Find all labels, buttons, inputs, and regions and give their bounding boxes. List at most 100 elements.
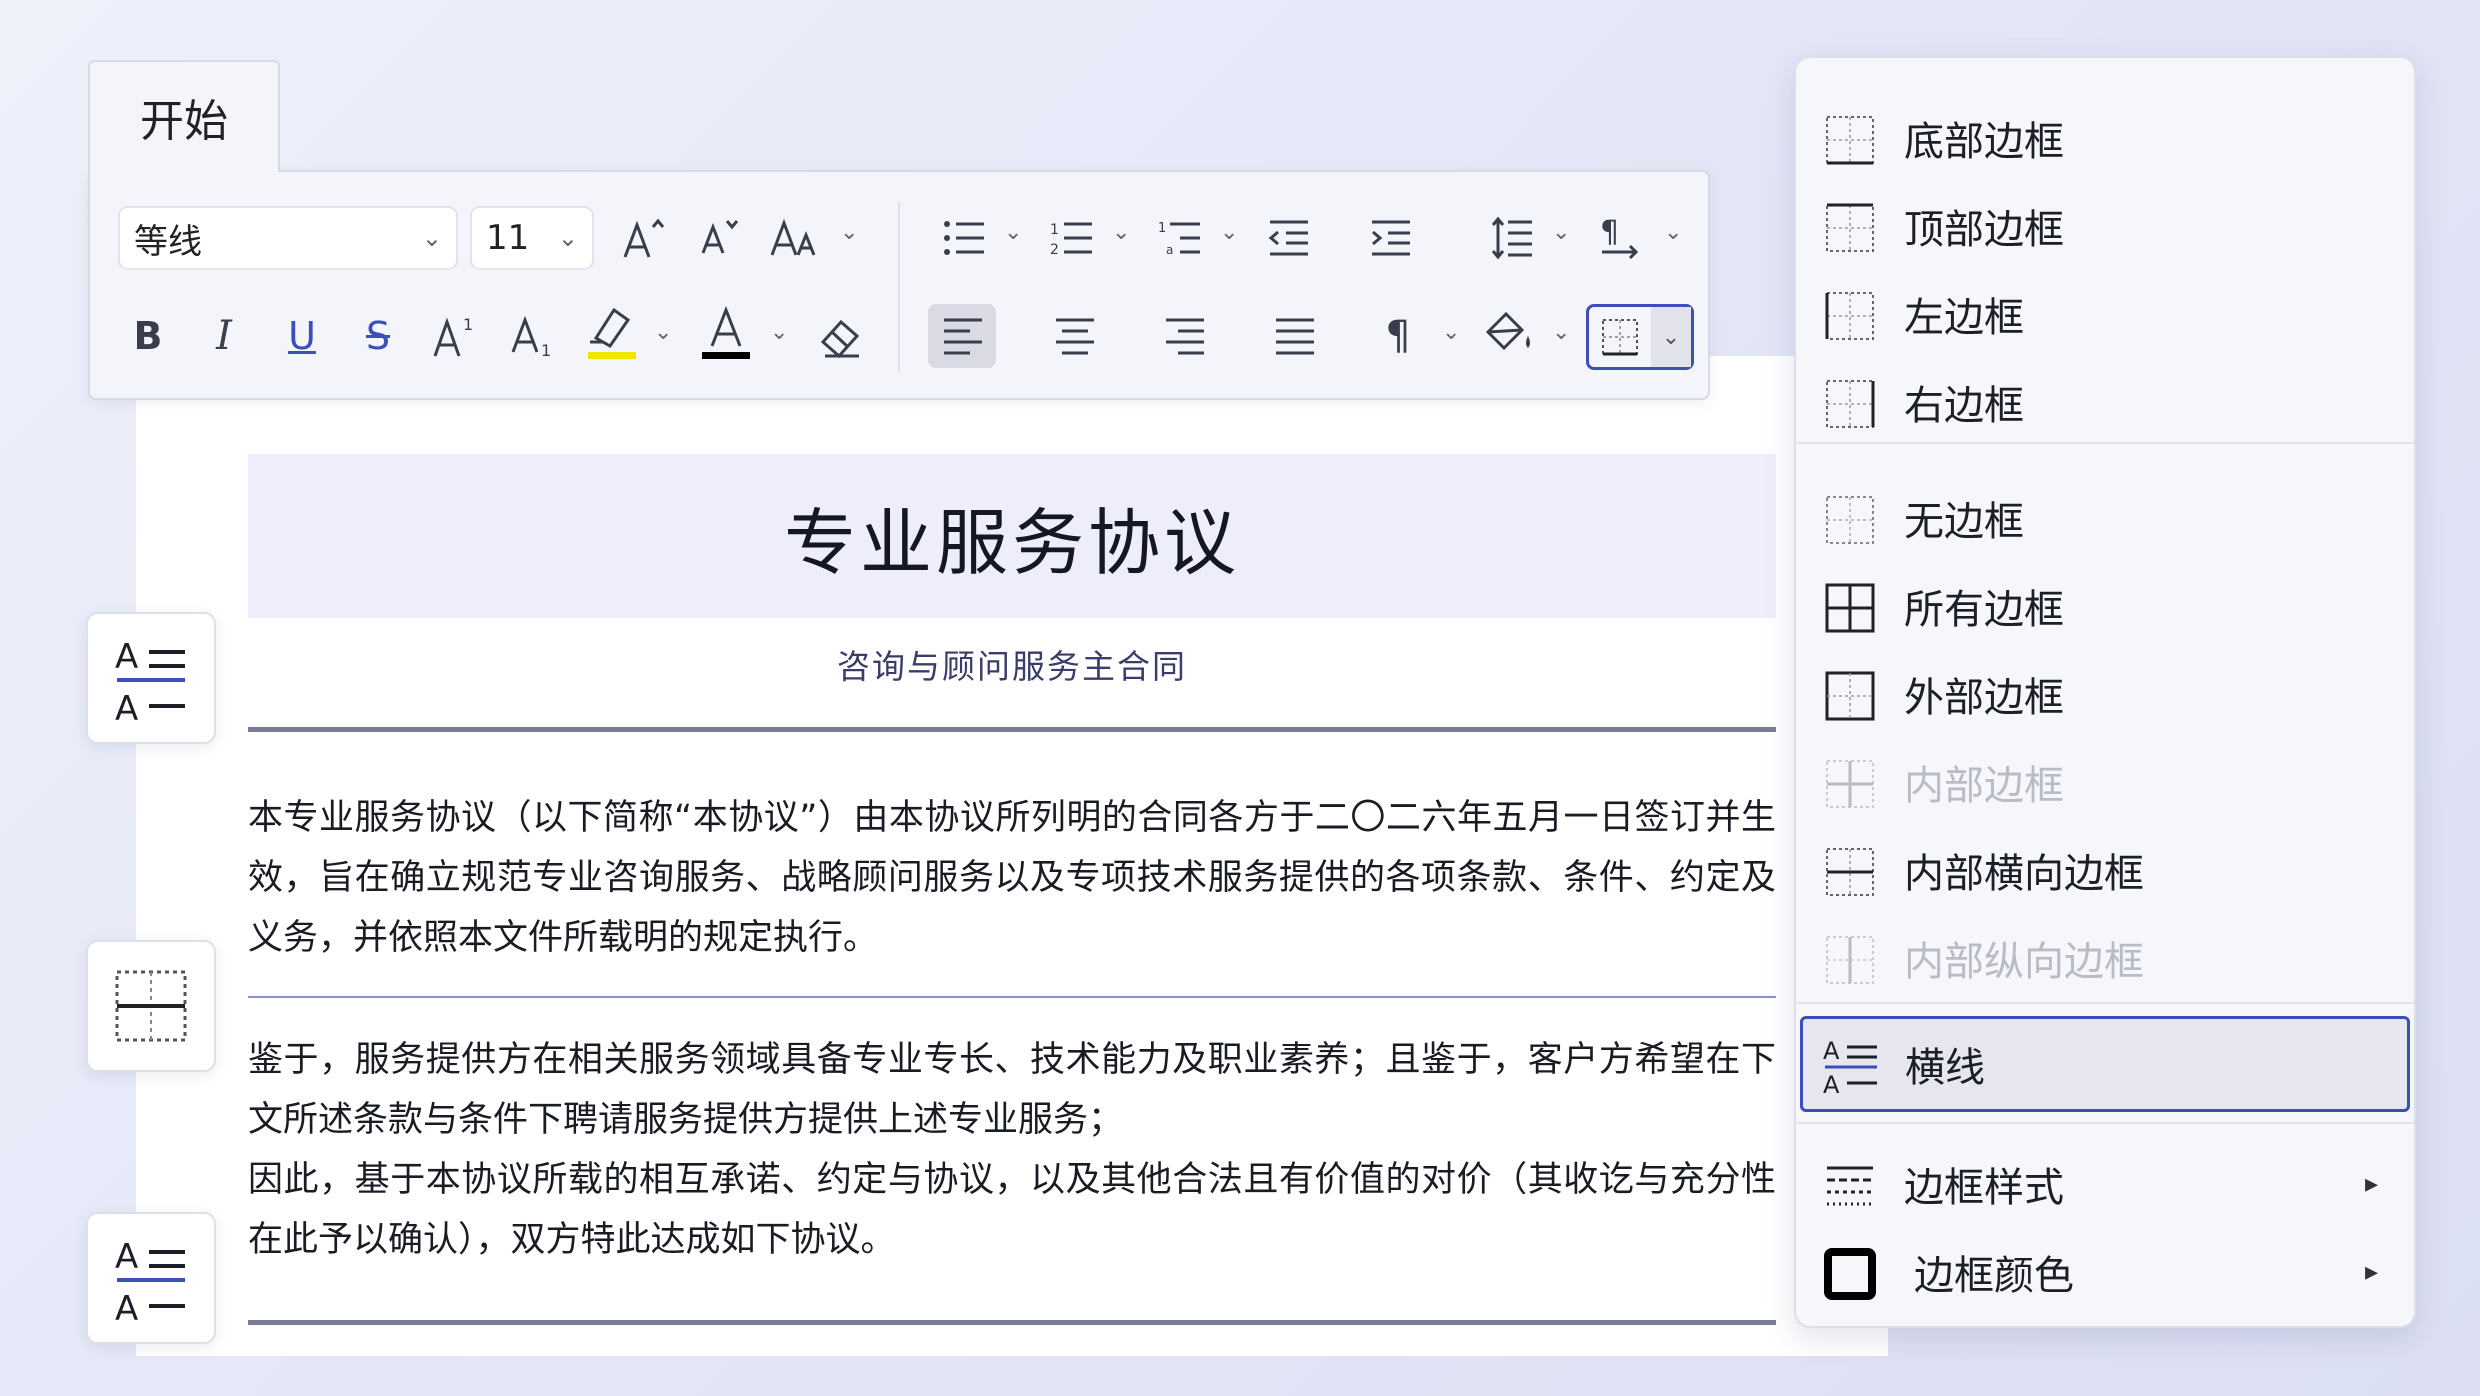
numbered-list-icon[interactable]: 12	[1044, 206, 1100, 270]
menu-item-bottom-border[interactable]: 底部边框	[1796, 96, 2414, 180]
menu-item-inside-vertical-border: 内部纵向边框	[1796, 916, 2414, 1000]
menu-item-label: 边框样式	[1904, 1165, 2064, 1211]
font-name-select[interactable]: 等线 ⌄	[118, 206, 458, 270]
menu-item-horizontal-line[interactable]: A A 横线	[1800, 1016, 2410, 1112]
menu-item-left-border[interactable]: 左边框	[1796, 272, 2414, 356]
chevron-down-icon[interactable]: ⌄	[654, 320, 672, 345]
decrease-indent-icon[interactable]	[1260, 206, 1316, 270]
document-subtitle[interactable]: 咨询与顾问服务主合同	[248, 640, 1776, 688]
chevron-down-icon[interactable]: ⌄	[1552, 220, 1570, 245]
align-right-icon[interactable]	[1150, 304, 1218, 368]
borders-menu: 底部边框 顶部边框 左边框 右边框 无边框 所有边框 外部边框 内部边框 内部横…	[1794, 56, 2416, 1328]
clear-formatting-icon[interactable]	[810, 304, 870, 368]
font-size-value: 11	[486, 218, 530, 258]
chevron-down-icon[interactable]: ⌄	[1552, 320, 1570, 345]
change-case-icon[interactable]	[766, 206, 826, 270]
chevron-down-icon[interactable]: ⌄	[1664, 220, 1682, 245]
justify-icon[interactable]	[1260, 304, 1328, 368]
border-left-icon	[1825, 292, 1874, 340]
inside-horizontal-border-quick-button[interactable]	[86, 940, 216, 1072]
chevron-down-icon[interactable]: ⌄	[1004, 220, 1022, 245]
horizontal-line-quick-button[interactable]: A A	[86, 1212, 216, 1344]
chevron-down-icon[interactable]: ⌄	[1112, 220, 1130, 245]
border-outside-icon	[1825, 671, 1875, 721]
subscript-icon[interactable]: 1	[504, 304, 564, 368]
highlight-color-icon[interactable]	[580, 300, 644, 364]
shading-icon[interactable]	[1476, 300, 1540, 364]
menu-item-label: 边框颜色	[1914, 1253, 2074, 1299]
chevron-down-icon[interactable]: ⌄	[770, 320, 788, 345]
svg-text:1: 1	[463, 315, 473, 334]
borders-button[interactable]: ⌄	[1586, 304, 1694, 370]
menu-item-label: 外部边框	[1904, 675, 2064, 721]
menu-separator	[1796, 1002, 2414, 1004]
chevron-down-icon[interactable]: ⌄	[840, 220, 858, 245]
grow-font-icon[interactable]	[612, 206, 672, 270]
chevron-right-icon: ▸	[2364, 1257, 2378, 1287]
bold-icon[interactable]: B	[120, 304, 176, 368]
border-bottom-icon	[1826, 116, 1874, 165]
menu-item-top-border[interactable]: 顶部边框	[1796, 184, 2414, 268]
border-inside-horizontal-icon	[115, 970, 187, 1042]
border-top-icon	[1826, 203, 1874, 252]
ribbon-toolbar: 等线 ⌄ 11 ⌄ ⌄ ⌄ 12 ⌄ 1a ⌄ ⌄ ¶ ⌄ B I U S 1 …	[88, 170, 1710, 400]
multilevel-list-icon[interactable]: 1a	[1152, 206, 1208, 270]
menu-item-label: 左边框	[1904, 295, 2024, 341]
menu-item-border-color[interactable]: 边框颜色 ▸	[1796, 1230, 2414, 1314]
menu-separator	[1796, 1122, 2414, 1124]
border-all-icon	[1825, 583, 1875, 633]
menu-item-outside-borders[interactable]: 外部边框	[1796, 652, 2414, 736]
border-none-icon	[1826, 496, 1874, 544]
menu-item-label: 所有边框	[1904, 587, 2064, 633]
border-bottom-icon[interactable]	[1589, 307, 1651, 367]
menu-item-border-style[interactable]: 边框样式 ▸	[1796, 1142, 2414, 1226]
menu-item-label: 内部横向边框	[1904, 851, 2144, 897]
chevron-down-icon[interactable]: ⌄	[1651, 307, 1691, 367]
svg-text:2: 2	[1050, 242, 1059, 258]
menu-item-label: 顶部边框	[1904, 207, 2064, 253]
italic-icon[interactable]: I	[196, 304, 252, 368]
border-style-icon	[1827, 1166, 1873, 1206]
paragraph-mark-icon[interactable]: ¶	[1370, 304, 1426, 368]
text-direction-icon[interactable]: ¶	[1590, 206, 1646, 270]
paragraph-intro[interactable]: 本专业服务协议（以下简称“本协议”）由本协议所列明的合同各方于二〇二六年五月一日…	[248, 788, 1776, 968]
font-color-icon[interactable]	[694, 300, 758, 364]
svg-text:1: 1	[541, 341, 551, 360]
paragraph-recitals[interactable]: 鉴于，服务提供方在相关服务领域具备专业专长、技术能力及职业素养；且鉴于，客户方希…	[248, 1030, 1776, 1270]
document-title[interactable]: 专业服务协议	[248, 454, 1776, 618]
strikethrough-icon[interactable]: S	[350, 304, 406, 368]
superscript-icon[interactable]: 1	[426, 304, 486, 368]
chevron-down-icon[interactable]: ⌄	[1220, 220, 1238, 245]
menu-item-right-border[interactable]: 右边框	[1796, 360, 2414, 444]
line-spacing-icon[interactable]	[1484, 206, 1540, 270]
underline-icon[interactable]: U	[274, 304, 330, 368]
menu-item-all-borders[interactable]: 所有边框	[1796, 564, 2414, 648]
chevron-right-icon: ▸	[2364, 1169, 2378, 1199]
svg-text:1: 1	[1158, 221, 1166, 236]
svg-text:A: A	[115, 689, 138, 726]
menu-item-inside-horizontal-border[interactable]: 内部横向边框	[1796, 828, 2414, 912]
font-size-select[interactable]: 11 ⌄	[470, 206, 594, 270]
bullet-list-icon[interactable]	[936, 206, 992, 270]
tab-home[interactable]: 开始	[88, 60, 280, 172]
menu-item-label: 横线	[1905, 1045, 1985, 1091]
horizontal-line-icon: A A	[1823, 1037, 1877, 1095]
shrink-font-icon[interactable]	[688, 206, 748, 270]
menu-item-label: 底部边框	[1904, 119, 2064, 165]
align-center-icon[interactable]	[1040, 304, 1108, 368]
divider	[898, 202, 900, 372]
increase-indent-icon[interactable]	[1362, 206, 1418, 270]
menu-item-no-border[interactable]: 无边框	[1796, 476, 2414, 560]
border-inside-horizontal-icon	[1826, 848, 1874, 896]
paragraph-text: 因此，基于本协议所载的相互承诺、约定与协议，以及其他合法且有价值的对价（其收讫与…	[248, 1160, 1776, 1260]
svg-text:A: A	[1823, 1071, 1840, 1095]
paragraph-divider	[248, 996, 1776, 998]
svg-text:A: A	[1823, 1037, 1840, 1065]
horizontal-line-quick-button[interactable]: A A	[86, 612, 216, 744]
chevron-down-icon: ⌄	[557, 224, 578, 252]
chevron-down-icon[interactable]: ⌄	[1442, 320, 1460, 345]
align-left-icon[interactable]	[928, 304, 996, 368]
border-color-icon	[1824, 1248, 1876, 1300]
svg-text:¶: ¶	[1600, 216, 1619, 250]
chevron-down-icon: ⌄	[421, 224, 442, 252]
